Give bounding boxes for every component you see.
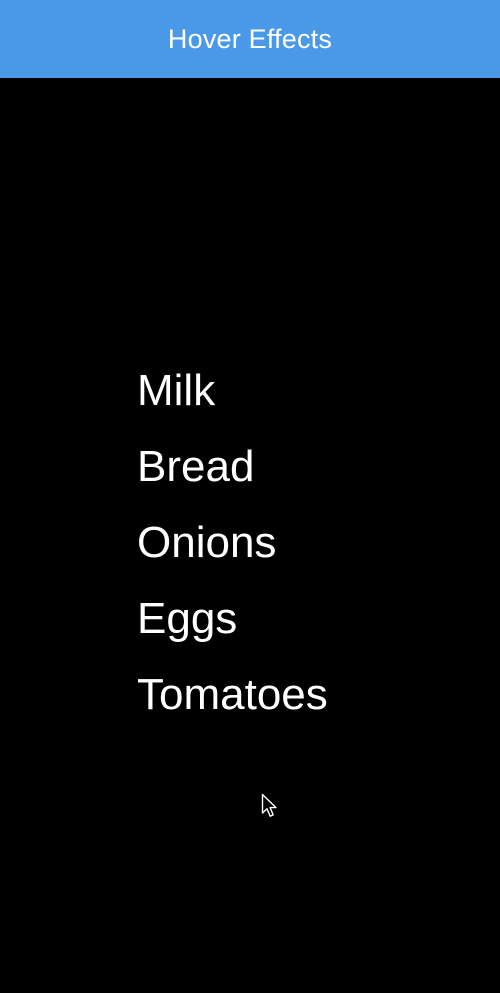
list-item-onions[interactable]: Onions: [137, 513, 328, 589]
mouse-pointer-icon: [261, 793, 277, 817]
list-item-bread[interactable]: Bread: [137, 437, 328, 513]
list-item-eggs[interactable]: Eggs: [137, 589, 328, 665]
list-item-tomatoes[interactable]: Tomatoes: [137, 665, 328, 741]
app-bar: Hover Effects: [0, 0, 500, 78]
app-title: Hover Effects: [167, 23, 333, 54]
list-item-milk[interactable]: Milk: [137, 361, 328, 437]
grocery-list: Milk Bread Onions Eggs Tomatoes: [137, 361, 328, 741]
content-area: Milk Bread Onions Eggs Tomatoes: [0, 78, 500, 993]
